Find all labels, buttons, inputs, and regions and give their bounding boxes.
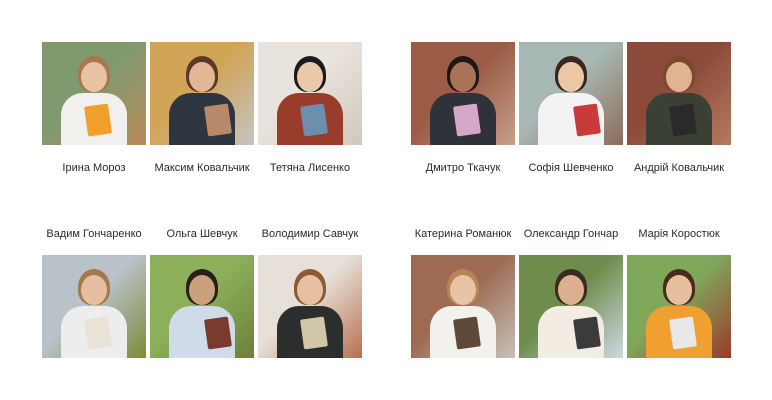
photo-row — [411, 42, 731, 145]
name-row: Дмитро Ткачук Софія Шевченко Андрій Кова… — [411, 161, 731, 175]
book-icon — [573, 316, 601, 350]
person-face — [450, 62, 476, 92]
book-icon — [300, 316, 328, 350]
person-photo[interactable] — [627, 255, 731, 358]
person-name: Володимир Савчук — [261, 228, 359, 240]
person-photo[interactable] — [411, 255, 515, 358]
person-photo[interactable] — [519, 255, 623, 358]
person-name: Тетяна Лисенко — [269, 162, 351, 174]
person-face — [450, 275, 476, 305]
person-face — [297, 275, 323, 305]
person-photo[interactable] — [42, 255, 146, 358]
person-photo[interactable] — [258, 42, 362, 145]
person-photo[interactable] — [411, 42, 515, 145]
book-icon — [84, 103, 112, 137]
person-name: Катерина Романюк — [414, 228, 512, 240]
person-face — [81, 275, 107, 305]
book-icon — [204, 316, 232, 350]
book-icon — [84, 316, 112, 350]
person-name: Андрій Ковальчик — [633, 162, 725, 174]
book-icon — [204, 103, 232, 137]
team-group-top-left: Ірина Мороз Максим Ковальчик Тетяна Лисе… — [42, 42, 362, 175]
team-group-bottom-left: Вадим Гончаренко Ольга Шевчук Володимир … — [42, 227, 362, 358]
name-row: Катерина Романюк Олександр Гончар Марія … — [411, 227, 731, 241]
team-group-bottom-right: Катерина Романюк Олександр Гончар Марія … — [411, 227, 731, 358]
person-face — [189, 62, 215, 92]
book-icon — [453, 316, 481, 350]
person-photo[interactable] — [258, 255, 362, 358]
person-photo[interactable] — [150, 255, 254, 358]
name-row: Ірина Мороз Максим Ковальчик Тетяна Лисе… — [42, 161, 362, 175]
person-face — [297, 62, 323, 92]
person-face — [558, 275, 584, 305]
book-icon — [669, 316, 697, 350]
person-face — [666, 62, 692, 92]
book-icon — [453, 103, 481, 137]
book-icon — [573, 103, 601, 137]
person-name: Ірина Мороз — [62, 162, 126, 174]
photo-row — [411, 255, 731, 358]
person-photo[interactable] — [42, 42, 146, 145]
person-face — [81, 62, 107, 92]
person-name: Дмитро Ткачук — [425, 162, 501, 174]
person-photo[interactable] — [150, 42, 254, 145]
person-photo[interactable] — [627, 42, 731, 145]
person-name: Марія Коростюк — [638, 228, 720, 240]
person-photo[interactable] — [519, 42, 623, 145]
person-name: Ольга Шевчук — [166, 228, 238, 240]
person-name: Софія Шевченко — [528, 162, 614, 174]
photo-row — [42, 42, 362, 145]
team-group-top-right: Дмитро Ткачук Софія Шевченко Андрій Кова… — [411, 42, 731, 175]
name-row: Вадим Гончаренко Ольга Шевчук Володимир … — [42, 227, 362, 241]
person-face — [666, 275, 692, 305]
book-icon — [300, 103, 328, 137]
person-face — [558, 62, 584, 92]
person-name: Вадим Гончаренко — [46, 228, 142, 240]
person-name: Максим Ковальчик — [154, 162, 250, 174]
person-face — [189, 275, 215, 305]
book-icon — [669, 103, 697, 137]
person-name: Олександр Гончар — [523, 228, 619, 240]
photo-row — [42, 255, 362, 358]
